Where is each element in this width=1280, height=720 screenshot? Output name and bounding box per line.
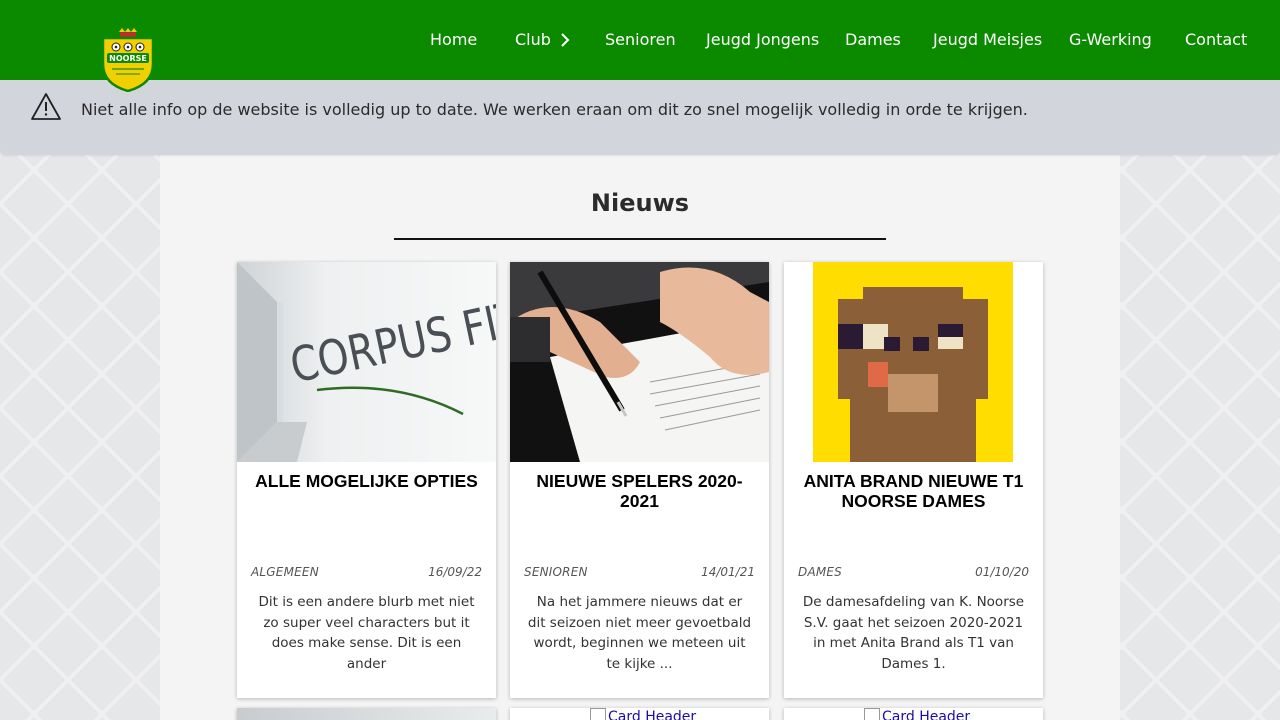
card-image <box>237 708 496 720</box>
news-card-anita-brand[interactable]: ANITA BRAND NIEUWE T1 NOORSE DAMES DAMES… <box>784 262 1043 698</box>
news-card-alle-mogelijke-opties[interactable]: CORPUS FIT ALLE MOGELIJKE OPTIES ALGEMEE… <box>237 262 496 698</box>
news-card-next-3[interactable]: Card Header <box>784 708 1043 720</box>
nav-dames[interactable]: Dames <box>845 30 901 50</box>
chevron-right-icon[interactable] <box>560 33 570 47</box>
card-date: 14/01/21 <box>701 565 755 579</box>
card-image-placeholder[interactable]: Card Header <box>864 708 970 720</box>
nav-contact[interactable]: Contact <box>1185 30 1247 50</box>
section-title: Nieuws <box>590 189 690 217</box>
card-image <box>784 262 1043 462</box>
title-divider <box>394 238 886 240</box>
card-category: SENIOREN <box>524 565 588 579</box>
card-date: 01/10/20 <box>975 565 1029 579</box>
news-card-next-2[interactable]: Card Header <box>510 708 769 720</box>
card-title[interactable]: ALLE MOGELIJKE OPTIES <box>245 471 488 491</box>
card-image <box>510 262 769 462</box>
news-card-next-1[interactable] <box>237 708 496 720</box>
info-alert: Niet alle info op de website is volledig… <box>0 80 1280 155</box>
card-image-placeholder[interactable]: Card Header <box>590 708 696 720</box>
club-logo[interactable]: NOORSE <box>100 28 156 92</box>
nav-senioren[interactable]: Senioren <box>605 30 676 50</box>
card-excerpt: Dit is een andere blurb met niet zo supe… <box>258 594 475 672</box>
card-date: 16/09/22 <box>428 565 482 579</box>
nav-jeugd-jongens[interactable]: Jeugd Jongens <box>706 30 819 50</box>
warning-triangle-icon <box>31 93 61 120</box>
card-image: CORPUS FIT <box>237 262 496 462</box>
nav-jeugd-meisjes[interactable]: Jeugd Meisjes <box>933 30 1042 50</box>
card-title[interactable]: ANITA BRAND NIEUWE T1 NOORSE DAMES <box>792 471 1035 511</box>
news-card-nieuwe-spelers[interactable]: NIEUWE SPELERS 2020-2021 SENIOREN 14/01/… <box>510 262 769 698</box>
svg-text:NOORSE: NOORSE <box>109 54 147 63</box>
card-excerpt: De damesafdeling van K. Noorse S.V. gaat… <box>802 594 1025 672</box>
card-title[interactable]: NIEUWE SPELERS 2020-2021 <box>518 471 761 511</box>
nav-club[interactable]: Club <box>515 30 551 50</box>
card-category: DAMES <box>798 565 843 579</box>
card-excerpt: Na het jammere nieuws dat er dit seizoen… <box>527 594 752 672</box>
navbar: Home Club Senioren Jeugd Jongens Dames J… <box>0 0 1280 80</box>
nav-home[interactable]: Home <box>430 30 477 50</box>
alert-message: Niet alle info op de website is volledig… <box>81 100 1028 119</box>
card-category: ALGEMEEN <box>251 565 319 579</box>
nav-g-werking[interactable]: G-Werking <box>1069 30 1152 50</box>
